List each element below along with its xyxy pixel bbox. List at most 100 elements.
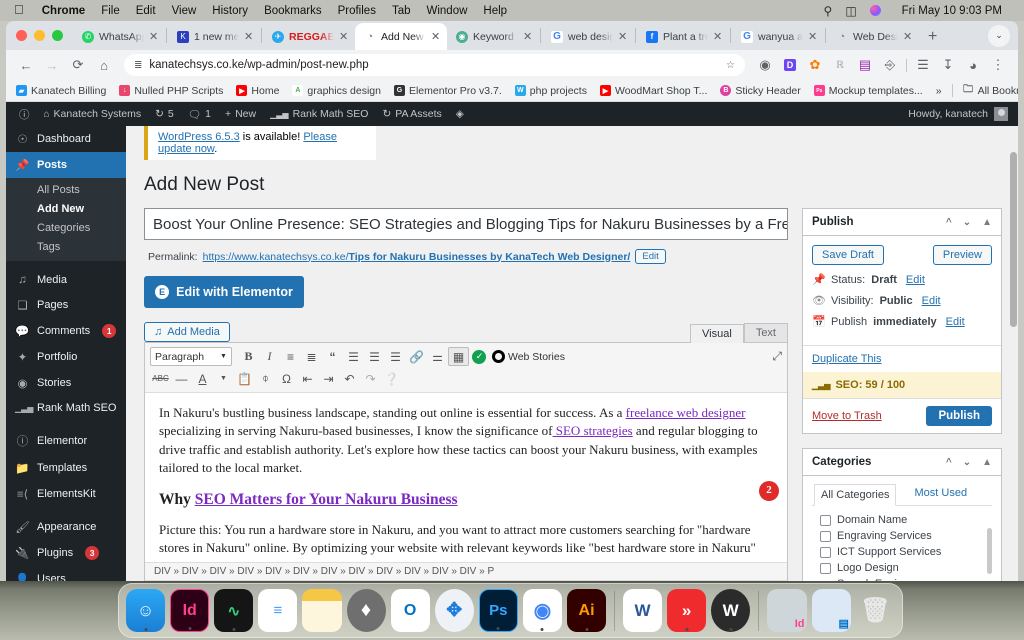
payment-card-icon[interactable]: ▤ [853, 53, 877, 77]
menu-clock[interactable]: Fri May 10 9:03 PM [894, 5, 1010, 17]
honey-icon[interactable]: ✿ [803, 53, 827, 77]
special-character-icon[interactable]: Ω [276, 369, 297, 388]
move-up-icon[interactable]: ^ [946, 217, 952, 228]
tab-whatsapp[interactable]: ✆ WhatsApp ✕ [73, 23, 165, 50]
edit-publish-time-link[interactable]: Edit [946, 316, 965, 328]
rank-math-check-icon[interactable]: ✓ [469, 347, 490, 366]
bookmark-graphics-design[interactable]: A graphics design [292, 85, 381, 97]
category-item[interactable]: Engraving Services [812, 528, 992, 544]
numbered-list-icon[interactable]: ≣ [301, 347, 322, 366]
dock-illustrator-icon[interactable]: Ai [567, 589, 607, 632]
read-more-icon[interactable]: ⚌ [427, 347, 448, 366]
submenu-categories[interactable]: Categories [6, 218, 126, 237]
new-content-menu[interactable]: + New [218, 102, 263, 126]
page-scrollbar[interactable] [1010, 152, 1017, 327]
post-title-input[interactable]: Boost Your Online Presence: SEO Strategi… [144, 208, 788, 240]
move-up-icon[interactable]: ^ [946, 457, 952, 468]
minimize-window-button[interactable] [34, 30, 45, 41]
duplicate-this-link[interactable]: Duplicate This [812, 353, 882, 365]
comments-menu[interactable]: 🗨 1 [181, 102, 218, 126]
sidebar-item-portfolio[interactable]: ✦ Portfolio [6, 344, 126, 370]
category-item[interactable]: Logo Design [812, 560, 992, 576]
close-tab-icon[interactable]: ✕ [523, 30, 533, 43]
save-draft-button[interactable]: Save Draft [812, 245, 884, 265]
fullscreen-icon[interactable]: ⤢ [772, 349, 782, 364]
menu-edit[interactable]: Edit [128, 5, 164, 17]
close-tab-icon[interactable]: ✕ [808, 30, 818, 43]
category-checkbox[interactable] [820, 530, 831, 542]
edit-visibility-link[interactable]: Edit [922, 295, 941, 307]
dock-word-icon[interactable]: W [622, 589, 663, 632]
sidebar-item-plugins[interactable]: 🔌 Plugins 3 [6, 540, 126, 566]
dock-anydesk-icon[interactable]: » [667, 589, 707, 632]
dashlane-icon[interactable]: D [778, 53, 802, 77]
bookmark-nulled-php-scripts[interactable]: ↓ Nulled PHP Scripts [119, 85, 223, 97]
updates-menu[interactable]: ↻ 5 [148, 102, 181, 126]
reload-icon[interactable]: ⟳ [66, 53, 90, 77]
tab-visual[interactable]: Visual [690, 324, 744, 343]
permalink-base-link[interactable]: https://www.kanatechsys.co.ke/ [203, 251, 349, 263]
dock-outlook-icon[interactable]: O [390, 589, 430, 632]
reading-list-icon[interactable]: ☰ [911, 53, 935, 77]
siri-icon[interactable] [869, 5, 881, 16]
text-color-icon[interactable]: A [192, 369, 213, 388]
menu-tab[interactable]: Tab [384, 5, 419, 17]
tab-wanyua[interactable]: G wanyua aw ✕ [732, 23, 824, 50]
sidebar-item-rank-math-seo[interactable]: ▁▃▅ Rank Math SEO [6, 396, 126, 420]
menu-history[interactable]: History [204, 5, 256, 17]
sidebar-item-appearance[interactable]: 🖌 Appearance [6, 514, 126, 540]
rank-math-extension-icon[interactable]: ℝ [828, 53, 852, 77]
bookmark-sticky-header[interactable]: B Sticky Header [720, 85, 801, 97]
sidebar-item-comments[interactable]: 💬 Comments 1 [6, 318, 126, 344]
seo-strategies-link[interactable]: SEO strategies [553, 423, 633, 438]
rank-math-menu[interactable]: ▁▃▅ Rank Math SEO [263, 102, 375, 126]
italic-icon[interactable]: I [259, 347, 280, 366]
dock-safari-icon[interactable]: ✥ [434, 589, 474, 632]
close-tab-icon[interactable]: ✕ [339, 30, 349, 43]
maximize-window-button[interactable] [52, 30, 63, 41]
window-controls[interactable] [14, 21, 73, 50]
bookmark-mockup-templates[interactable]: Ps Mockup templates... [813, 85, 923, 97]
sidebar-item-dashboard[interactable]: ☉ Dashboard [6, 126, 126, 152]
control-center-icon[interactable]: ◫ [845, 4, 856, 18]
tab-add-new-post[interactable]: ◔ Add New P ✕ [355, 23, 447, 50]
sidebar-item-posts[interactable]: 📌 Posts [6, 152, 126, 178]
toggle-panel-icon[interactable]: ▲ [982, 457, 992, 468]
dock-reminders-icon[interactable]: ≡ [258, 589, 298, 632]
menu-file[interactable]: File [93, 5, 128, 17]
pa-assets-menu[interactable]: ↻ PA Assets [375, 102, 448, 126]
dock-mammoth-icon[interactable]: ♦ [346, 589, 386, 632]
dock-window-indesign-icon[interactable]: Id [767, 589, 807, 632]
bulleted-list-icon[interactable]: ≡ [280, 347, 301, 366]
bold-icon[interactable]: B [238, 347, 259, 366]
seo-matters-link[interactable]: SEO Matters for Your Nakuru Business [195, 491, 458, 508]
close-tab-icon[interactable]: ✕ [149, 30, 159, 43]
align-right-icon[interactable]: ☰ [385, 347, 406, 366]
wordpress-version-link[interactable]: WordPress 6.5.3 [158, 131, 240, 143]
close-tab-icon[interactable]: ✕ [713, 30, 723, 43]
site-name-menu[interactable]: ⌂ Kanatech Systems [37, 102, 149, 126]
add-media-button[interactable]: ♫ Add Media [144, 322, 230, 342]
toolbar-toggle-icon[interactable]: ▦ [447, 347, 469, 366]
tab-all-categories[interactable]: All Categories [814, 484, 897, 506]
close-tab-icon[interactable]: ✕ [903, 30, 913, 43]
dock-photoshop-icon[interactable]: Ps [478, 589, 518, 632]
permalink-slug-link[interactable]: Tips for Nakuru Businesses by KanaTech W… [349, 251, 631, 263]
all-bookmarks-button[interactable]: 🗀 All Bookmarks [963, 84, 1018, 97]
close-tab-icon[interactable]: ✕ [244, 30, 254, 43]
tab-plant-a-tree[interactable]: f Plant a tree ✕ [637, 23, 729, 50]
web-stories-button[interactable]: Web Stories [491, 350, 565, 363]
tab-search-chevron-icon[interactable]: ⌄ [988, 24, 1010, 47]
menu-window[interactable]: Window [419, 5, 476, 17]
undo-icon[interactable]: ↶ [339, 369, 360, 388]
chrome-menu-icon[interactable]: ⋮ [986, 53, 1010, 77]
move-down-icon[interactable]: ⌄ [963, 217, 971, 228]
sidebar-item-users[interactable]: 👤 Users [6, 566, 126, 581]
edit-permalink-button[interactable]: Edit [635, 249, 666, 264]
menu-profiles[interactable]: Profiles [330, 5, 384, 17]
wp-logo-icon[interactable]: ⓘ [12, 102, 37, 126]
clear-formatting-icon[interactable]: ⌽ [255, 369, 276, 388]
diamond-icon[interactable]: ◈ [449, 102, 471, 126]
category-item[interactable]: ICT Support Services [812, 544, 992, 560]
bookmark-kanatech-billing[interactable]: ▰ Kanatech Billing [16, 85, 106, 97]
